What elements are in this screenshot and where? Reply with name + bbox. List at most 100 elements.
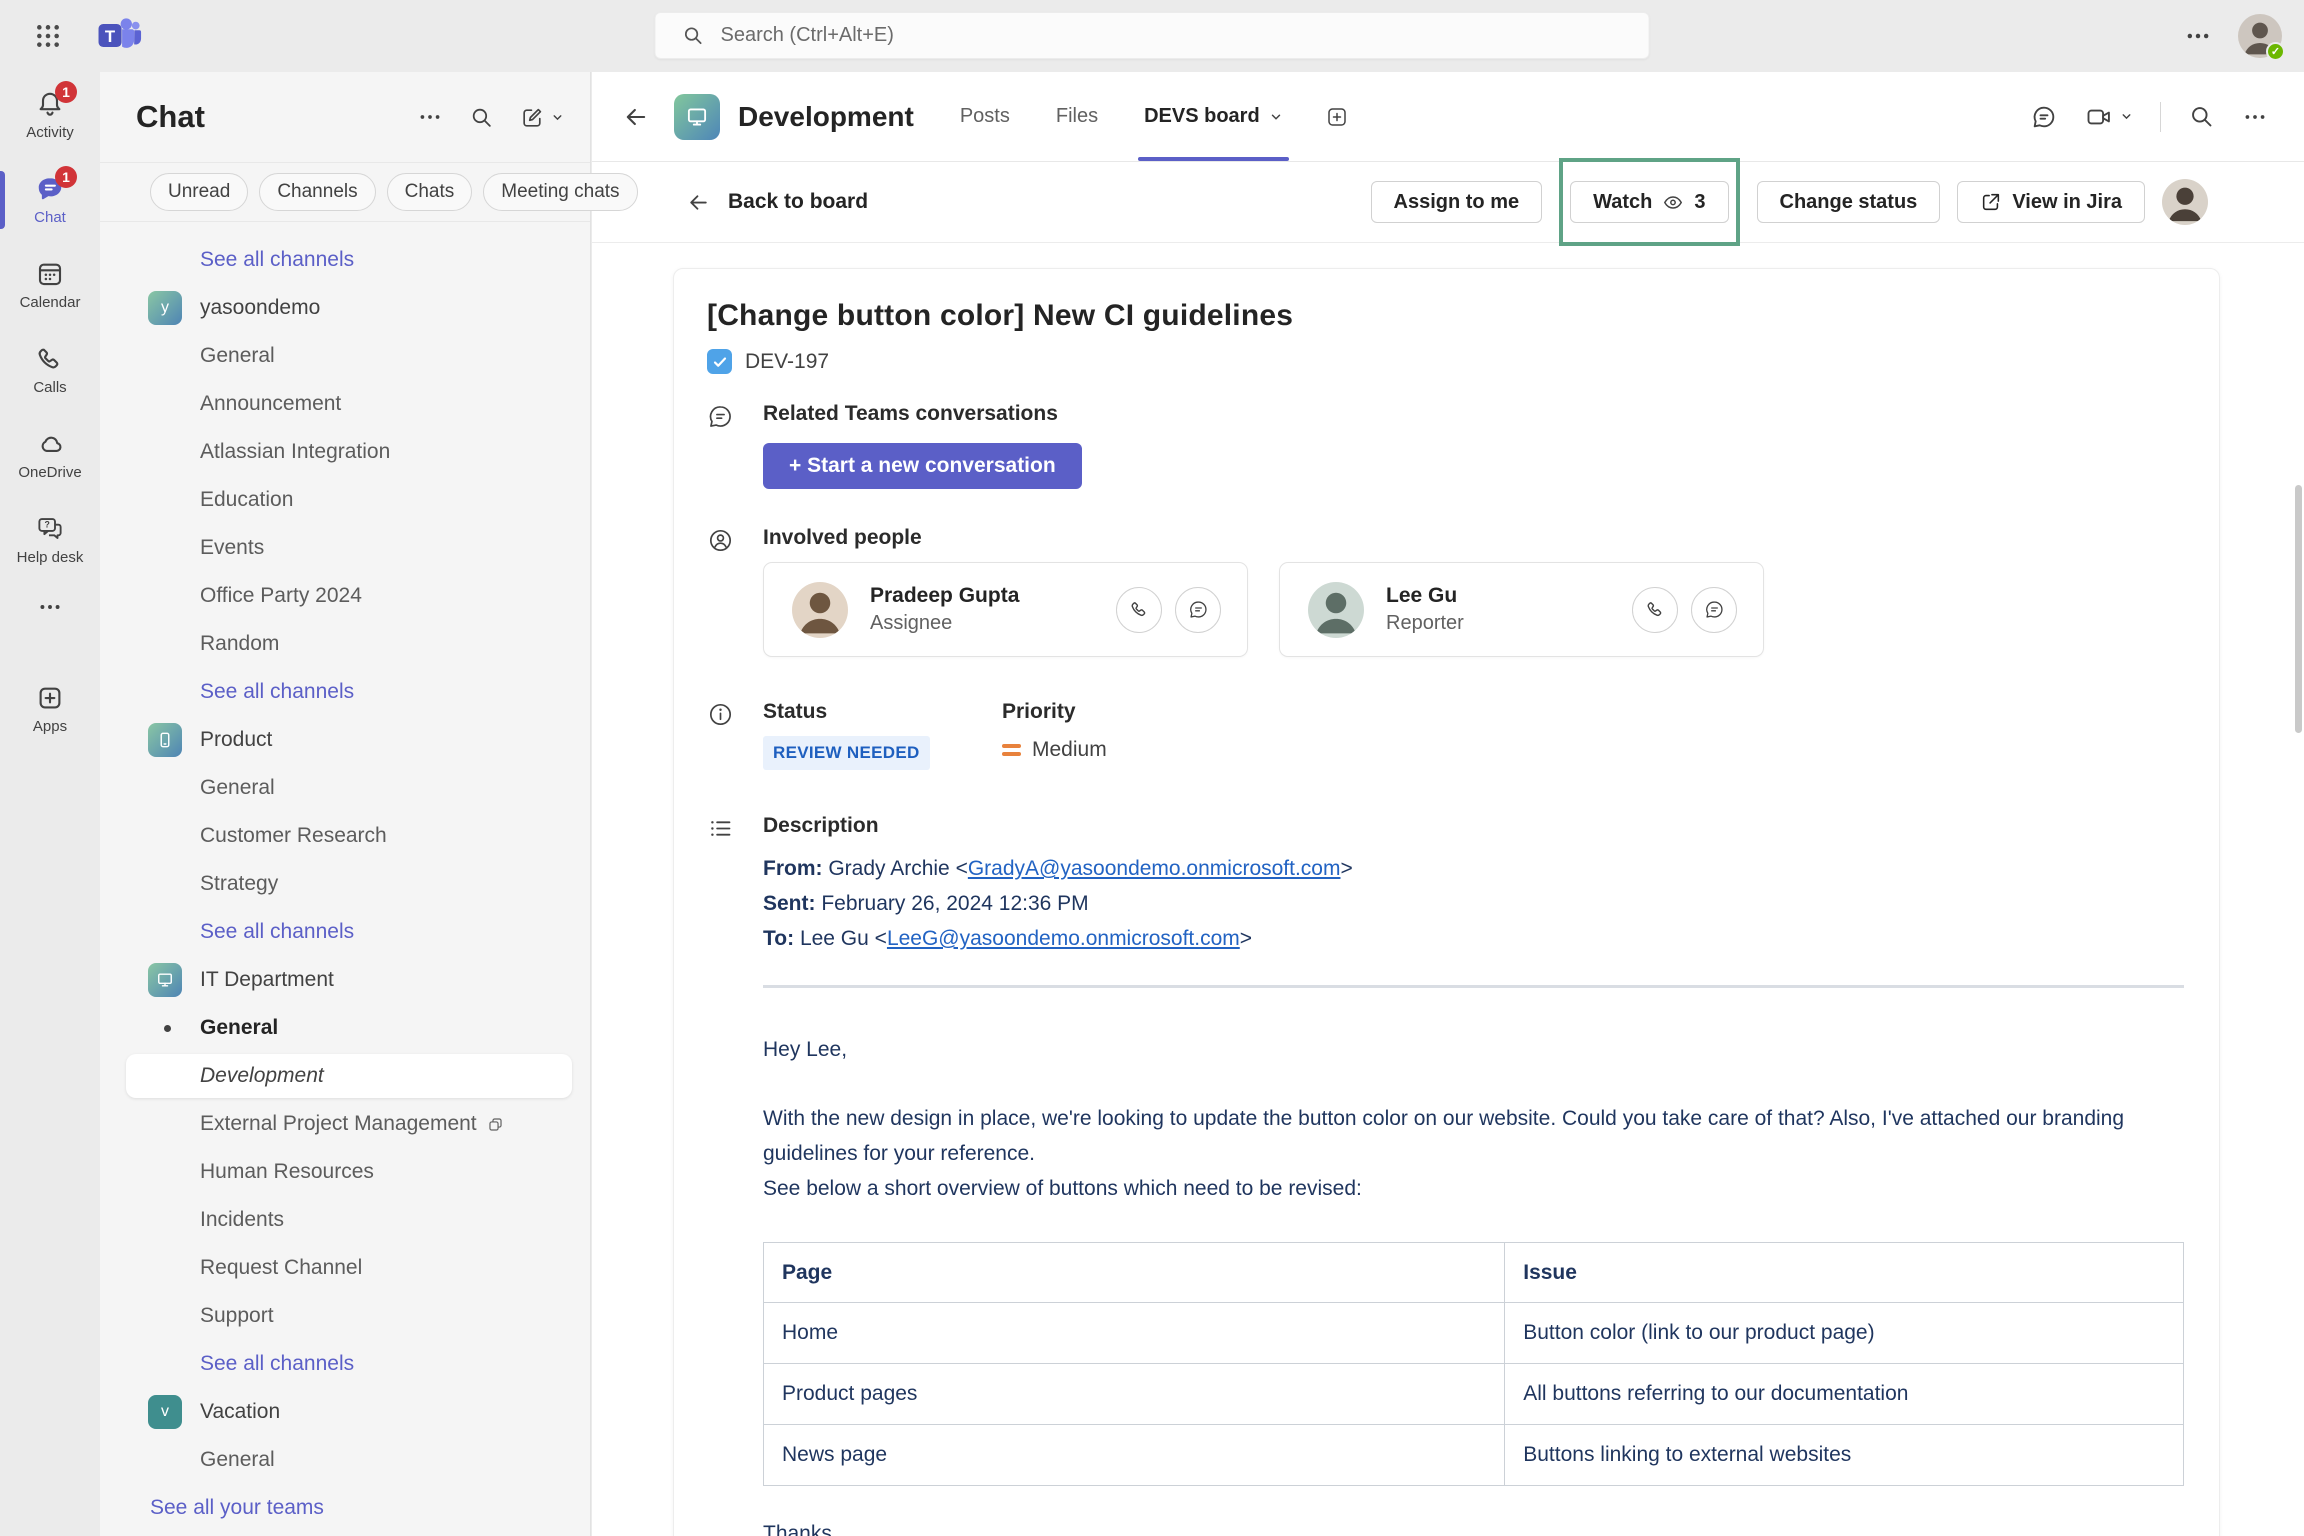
helpdesk-icon: ?: [35, 514, 65, 544]
chat-panel-header: Chat: [100, 72, 590, 163]
team-product[interactable]: Product: [100, 716, 590, 764]
priority-heading: Priority: [1002, 700, 2184, 724]
rail-chat[interactable]: 1 Chat: [0, 157, 100, 242]
channel-item[interactable]: Random: [100, 620, 590, 668]
person-card[interactable]: Lee Gu Reporter: [1279, 562, 1764, 657]
rail-apps[interactable]: Apps: [0, 666, 100, 751]
sidebar-channel-development[interactable]: Development: [100, 1052, 590, 1100]
topbar-more-button[interactable]: [2184, 22, 2212, 50]
more-icon[interactable]: [2242, 104, 2268, 130]
apps-icon: [35, 683, 65, 713]
rail-calls[interactable]: Calls: [0, 327, 100, 412]
checkbox-checked-icon[interactable]: [707, 349, 732, 374]
presence-available-icon: ✓: [2266, 42, 2285, 61]
back-to-board-button[interactable]: Back to board: [686, 190, 868, 215]
channel-item[interactable]: Announcement: [100, 380, 590, 428]
channel-item[interactable]: General: [100, 332, 590, 380]
selected-highlight: [126, 1054, 572, 1098]
chat-search-button[interactable]: [469, 105, 494, 130]
see-all-your-teams-link[interactable]: See all your teams: [100, 1484, 590, 1532]
filter-unread[interactable]: Unread: [150, 173, 248, 211]
channel-item[interactable]: Atlassian Integration: [100, 428, 590, 476]
chat-filter-more-button[interactable]: [417, 104, 443, 130]
channel-chat-icon[interactable]: [2030, 103, 2058, 131]
back-icon[interactable]: [622, 103, 650, 131]
meet-now-button[interactable]: [2085, 103, 2133, 131]
rail-calendar[interactable]: Calendar: [0, 242, 100, 327]
watch-button[interactable]: Watch 3: [1570, 181, 1728, 223]
person-card[interactable]: Pradeep Gupta Assignee: [763, 562, 1248, 657]
view-in-jira-button[interactable]: View in Jira: [1957, 181, 2145, 223]
waffle-menu-button[interactable]: [24, 12, 72, 60]
scrollbar[interactable]: [2295, 485, 2302, 733]
profile-avatar[interactable]: ✓: [2238, 14, 2282, 58]
see-all-channels-link[interactable]: See all channels: [100, 236, 590, 284]
team-yasoondemo[interactable]: yyasoondemo: [100, 284, 590, 332]
divider: [2160, 102, 2161, 132]
team-it-department[interactable]: IT Department: [100, 956, 590, 1004]
conversations-heading: Related Teams conversations: [763, 402, 2184, 426]
team-avatar: y: [148, 291, 182, 325]
email-greeting: Hey Lee,: [763, 1032, 2184, 1067]
chevron-down-icon: [1269, 110, 1283, 124]
tab-posts[interactable]: Posts: [960, 72, 1010, 161]
filter-channels[interactable]: Channels: [259, 173, 375, 211]
priority-value: Medium: [1032, 738, 1107, 762]
change-status-button[interactable]: Change status: [1757, 181, 1941, 223]
rail-more-button[interactable]: [0, 582, 100, 632]
email-to-line: To: Lee Gu <LeeG@yasoondemo.onmicrosoft.…: [763, 921, 2184, 956]
app-rail: 1 Activity 1 Chat Calendar Calls OneDriv…: [0, 72, 100, 1536]
new-chat-button[interactable]: [520, 105, 564, 130]
unread-dot: [164, 1025, 171, 1032]
assign-to-me-button[interactable]: Assign to me: [1371, 181, 1543, 223]
channel-item[interactable]: Customer Research: [100, 812, 590, 860]
filter-meeting-chats[interactable]: Meeting chats: [483, 173, 637, 211]
chevron-down-icon: [551, 111, 564, 124]
search-placeholder: Search (Ctrl+Alt+E): [721, 24, 894, 47]
channel-item[interactable]: General: [100, 764, 590, 812]
start-conversation-button[interactable]: + Start a new conversation: [763, 443, 1082, 489]
rail-helpdesk[interactable]: ? Help desk: [0, 497, 100, 582]
rail-onedrive[interactable]: OneDrive: [0, 412, 100, 497]
email-body-paragraph: With the new design in place, we're look…: [763, 1101, 2184, 1171]
email-link[interactable]: GradyA@yasoondemo.onmicrosoft.com: [968, 857, 1341, 880]
email-link[interactable]: LeeG@yasoondemo.onmicrosoft.com: [887, 927, 1240, 950]
see-all-channels-link[interactable]: See all channels: [100, 1340, 590, 1388]
chat-button[interactable]: [1175, 587, 1221, 633]
see-all-channels-link[interactable]: See all channels: [100, 668, 590, 716]
search-icon[interactable]: [2188, 103, 2215, 130]
channel-list: See all channels yyasoondemo General Ann…: [100, 222, 590, 1532]
issue-key[interactable]: DEV-197: [745, 350, 829, 374]
channel-item-unread[interactable]: General: [100, 1004, 590, 1052]
channel-item[interactable]: Education: [100, 476, 590, 524]
call-button[interactable]: [1632, 587, 1678, 633]
tab-files[interactable]: Files: [1056, 72, 1098, 161]
see-all-channels-link[interactable]: See all channels: [100, 908, 590, 956]
channel-item[interactable]: Human Resources: [100, 1148, 590, 1196]
issue-table: Page Issue Home Button color (link to ou…: [763, 1242, 2184, 1486]
channel-item-shared[interactable]: External Project Management: [100, 1100, 590, 1148]
search-input[interactable]: Search (Ctrl+Alt+E): [655, 12, 1650, 59]
channel-item[interactable]: Incidents: [100, 1196, 590, 1244]
status-heading: Status: [763, 700, 1002, 724]
call-button[interactable]: [1116, 587, 1162, 633]
table-header: Page: [764, 1243, 1505, 1303]
rail-activity[interactable]: 1 Activity: [0, 72, 100, 157]
chat-button[interactable]: [1691, 587, 1737, 633]
status-badge[interactable]: REVIEW NEEDED: [763, 736, 930, 770]
channel-item[interactable]: General: [100, 1436, 590, 1484]
channel-item[interactable]: Support: [100, 1292, 590, 1340]
channel-item[interactable]: Events: [100, 524, 590, 572]
tab-devs-board[interactable]: DEVS board: [1144, 72, 1283, 161]
user-avatar[interactable]: [2162, 179, 2208, 225]
filter-chats[interactable]: Chats: [387, 173, 473, 211]
channel-item[interactable]: Strategy: [100, 860, 590, 908]
person-icon: [707, 527, 763, 554]
priority-medium-icon: [1002, 744, 1021, 756]
channel-item[interactable]: Office Party 2024: [100, 572, 590, 620]
divider: [763, 985, 2184, 988]
add-tab-button[interactable]: [1325, 105, 1349, 129]
table-header-row: Page Issue: [764, 1243, 2184, 1303]
team-vacation[interactable]: vVacation: [100, 1388, 590, 1436]
channel-item[interactable]: Request Channel: [100, 1244, 590, 1292]
